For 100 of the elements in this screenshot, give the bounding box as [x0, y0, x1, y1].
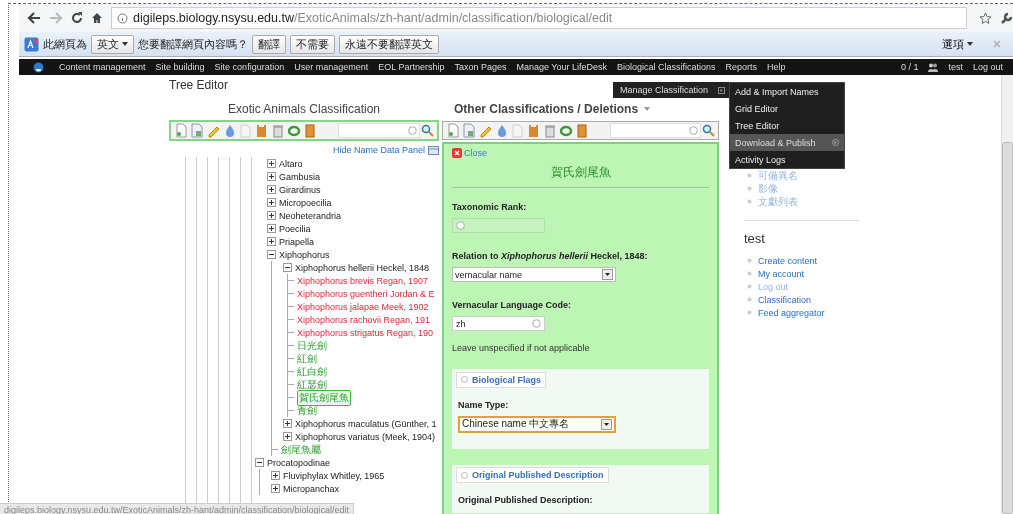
- tree-node[interactable]: 賀氏劍尾魚: [297, 389, 351, 406]
- close-icon[interactable]: [452, 148, 462, 158]
- expand-icon[interactable]: [283, 419, 292, 428]
- tree-node[interactable]: Xiphophorus guentheri Jordan & E: [297, 288, 435, 299]
- text-field[interactable]: zh: [452, 316, 545, 331]
- admin-menu-item[interactable]: Taxon Pages: [454, 62, 507, 72]
- sidebar-link[interactable]: Classification: [758, 294, 812, 305]
- trash-icon[interactable]: [270, 123, 285, 138]
- admin-menu-item[interactable]: Site building: [155, 62, 205, 72]
- language-dropdown[interactable]: 英文: [91, 34, 134, 54]
- clear-icon[interactable]: [689, 126, 698, 135]
- admin-menu-item[interactable]: EOL Partnership: [378, 62, 445, 72]
- sidebar-link[interactable]: My account: [758, 268, 805, 279]
- expand-icon[interactable]: [267, 211, 276, 220]
- star-icon[interactable]: [979, 11, 992, 25]
- panel-icon[interactable]: [428, 145, 439, 155]
- tree-node[interactable]: Xiphophorus brevis Regan, 1907: [297, 275, 429, 286]
- expand-icon[interactable]: [267, 172, 276, 181]
- forward-icon[interactable]: [49, 12, 63, 24]
- select-field[interactable]: Chinese name 中文專名: [458, 415, 616, 433]
- search-icon[interactable]: [421, 124, 434, 137]
- tree-node[interactable]: 日光劍: [297, 338, 327, 353]
- tree-node[interactable]: Procatopodinae: [267, 457, 331, 468]
- expand-icon[interactable]: [267, 159, 276, 168]
- admin-menu-item[interactable]: Help: [767, 62, 786, 72]
- tree-node[interactable]: 劍尾魚屬: [281, 442, 321, 457]
- home-icon[interactable]: [91, 12, 103, 24]
- search-field[interactable]: [338, 123, 420, 138]
- logo-icon[interactable]: [33, 61, 44, 73]
- expand-icon[interactable]: [267, 237, 276, 246]
- clipboard-icon[interactable]: [526, 123, 541, 138]
- user-link[interactable]: test: [948, 62, 963, 72]
- collapse-icon[interactable]: [267, 250, 276, 259]
- tree-node[interactable]: Neoheterandria: [279, 210, 342, 221]
- collapse-icon[interactable]: [255, 458, 264, 467]
- tree-node[interactable]: Micropoecilia: [279, 197, 332, 208]
- search-field[interactable]: [610, 123, 701, 138]
- tree-node[interactable]: 紅白劍: [297, 364, 327, 379]
- tree-node[interactable]: Xiphophorus hellerii Heckel, 1848: [295, 262, 430, 273]
- admin-menu-item[interactable]: Manage Your LifeDesk: [516, 62, 607, 72]
- sidebar-link[interactable]: Create content: [758, 255, 818, 266]
- options-button[interactable]: 選項: [936, 35, 979, 53]
- search-icon[interactable]: [702, 124, 715, 137]
- menu-item[interactable]: Manage Classification: [613, 82, 729, 98]
- admin-menu-item[interactable]: User management: [294, 62, 369, 72]
- book-icon[interactable]: [574, 123, 589, 138]
- tree-node[interactable]: Priapella: [279, 236, 315, 247]
- page-icon[interactable]: [462, 123, 477, 138]
- close-icon[interactable]: [993, 40, 1001, 48]
- clear-icon[interactable]: [532, 319, 541, 328]
- translate-button[interactable]: 不需要: [290, 34, 335, 54]
- trash-icon[interactable]: [542, 123, 557, 138]
- book-icon[interactable]: [302, 123, 317, 138]
- admin-menu-item[interactable]: Reports: [725, 62, 758, 72]
- page-icon[interactable]: [446, 123, 461, 138]
- fieldset-toggle[interactable]: Original Published Description: [456, 467, 609, 483]
- scrollbar-thumb[interactable]: [1002, 142, 1013, 514]
- translate-button[interactable]: 翻譯: [252, 34, 286, 54]
- collapse-icon[interactable]: [283, 263, 292, 272]
- page-icon[interactable]: [174, 123, 189, 138]
- tree-node[interactable]: 青劍: [297, 403, 317, 418]
- tree-node[interactable]: Fluviphylax Whitley, 1965: [283, 470, 385, 481]
- admin-menu-item[interactable]: Biological Classifications: [617, 62, 716, 72]
- translate-button[interactable]: 永遠不要翻譯英文: [339, 34, 439, 54]
- sidebar-link[interactable]: Feed aggregator: [758, 307, 825, 318]
- back-icon[interactable]: [27, 12, 41, 24]
- tree-node[interactable]: Xiphophorus rachovii Regan, 191: [297, 314, 431, 325]
- scrollbar[interactable]: [1001, 75, 1013, 514]
- tree-node[interactable]: 紅劍: [297, 351, 317, 366]
- tree-node[interactable]: Altaro: [279, 158, 303, 169]
- expand-icon[interactable]: [283, 432, 292, 441]
- expand-icon[interactable]: [267, 224, 276, 233]
- clipboard-icon[interactable]: [254, 123, 269, 138]
- tree-node[interactable]: Poecilia: [279, 223, 311, 234]
- admin-menu-item[interactable]: Site configuration: [214, 62, 285, 72]
- clear-icon[interactable]: [408, 126, 417, 135]
- submenu-item[interactable]: Add & Import Names: [730, 83, 844, 100]
- reload-icon[interactable]: [71, 12, 83, 24]
- fieldset-toggle[interactable]: Biological Flags: [456, 371, 546, 388]
- info-icon[interactable]: [117, 12, 128, 24]
- tree-node[interactable]: 紅瑟劍: [297, 377, 327, 392]
- tree-node[interactable]: Micropanchax: [283, 483, 340, 494]
- submenu-item[interactable]: Tree Editor: [730, 117, 844, 134]
- logout-link[interactable]: Log out: [972, 62, 1003, 72]
- tree-node[interactable]: Xiphophorus jalapae Meek, 1902: [297, 301, 429, 312]
- admin-menu-item[interactable]: Content management: [59, 62, 146, 72]
- expand-icon[interactable]: [271, 471, 280, 480]
- expand-icon[interactable]: [267, 185, 276, 194]
- close-link[interactable]: Close: [464, 148, 487, 158]
- hide-panel-link[interactable]: Hide Name Data Panel: [332, 145, 425, 155]
- tree-node[interactable]: Gambusia: [279, 171, 321, 182]
- tree-node[interactable]: Girardinus: [279, 184, 321, 195]
- address-field[interactable]: digileps.biology.nsysu.edu.tw/ExoticAnimals/zh-hant/admin/classification/biological/edit: [111, 7, 967, 29]
- expand-icon[interactable]: [271, 484, 280, 493]
- tree-node[interactable]: Xiphophorus strigatus Regan, 190: [297, 327, 434, 338]
- tree-node[interactable]: Xiphophorus: [279, 249, 330, 260]
- submenu-item[interactable]: Download & Publish: [730, 134, 844, 151]
- page-icon[interactable]: [190, 123, 205, 138]
- caret-icon[interactable]: [644, 107, 651, 111]
- submenu-item[interactable]: Grid Editor: [730, 100, 844, 117]
